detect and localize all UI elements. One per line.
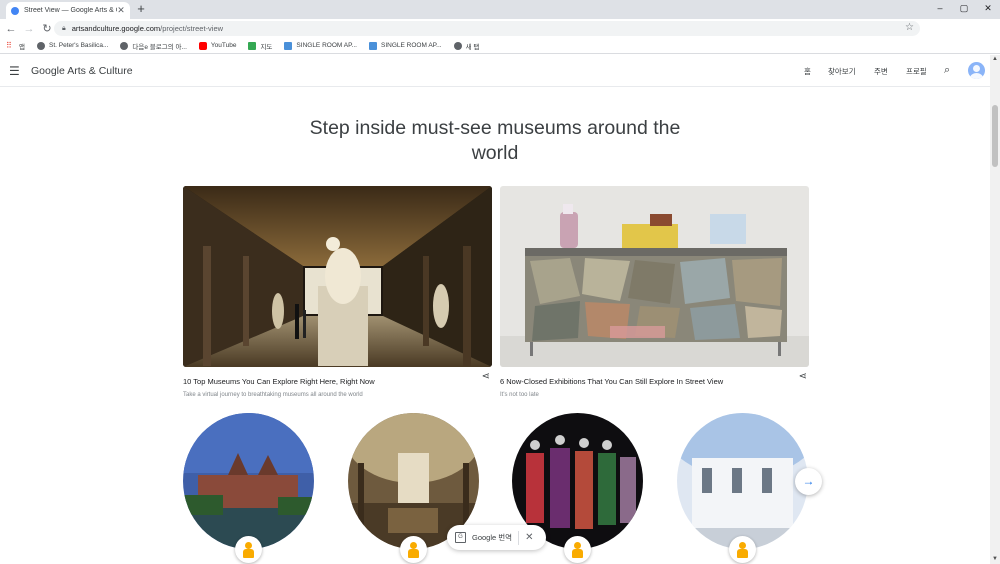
- google-translate-bar[interactable]: G Google 번역 ✕: [447, 525, 546, 550]
- search-icon[interactable]: ⌕: [944, 64, 950, 77]
- globe-icon: [453, 41, 462, 50]
- street-view-pegman-icon[interactable]: [400, 536, 427, 563]
- globe-icon: [120, 41, 129, 50]
- bookmark-new-tab[interactable]: 새 탭: [453, 41, 480, 51]
- next-arrow-button[interactable]: →: [795, 468, 822, 495]
- bookmarks-bar: ⠿ 앱 St. Peter's Basilica... 다음e 블로그의 아...…: [0, 38, 1000, 54]
- share-icon[interactable]: ⋖: [799, 371, 807, 382]
- translate-icon: G: [455, 532, 466, 543]
- bookmark-single-room-1[interactable]: SINGLE ROOM AP...: [284, 41, 357, 50]
- bookmark-label: 다음e 블로그의 아...: [132, 43, 187, 51]
- museum-circle-great-court[interactable]: [677, 413, 808, 549]
- site-header: ☰ Google Arts & Culture 홈 찾아보기 주변 프로필 ⌕: [0, 55, 990, 87]
- translate-label[interactable]: Google 번역: [472, 532, 512, 543]
- browser-tab[interactable]: Street View — Google Arts & Culture ✕: [6, 2, 130, 19]
- lock-icon: 🔒︎: [62, 24, 66, 32]
- story-card[interactable]: 6 Now-Closed Exhibitions That You Can St…: [500, 186, 809, 398]
- tab-title: Street View — Google Arts & Culture: [24, 7, 117, 14]
- bookmark-st-peters[interactable]: St. Peter's Basilica...: [36, 41, 109, 50]
- new-tab-button[interactable]: +: [135, 2, 147, 16]
- scrollbar-thumb[interactable]: [992, 105, 998, 167]
- page-icon: [369, 41, 377, 50]
- bookmark-single-room-2[interactable]: SINGLE ROOM AP...: [369, 41, 442, 50]
- hamburger-menu-icon[interactable]: ☰: [9, 65, 20, 77]
- divider: [518, 530, 520, 545]
- bookmark-star-icon[interactable]: ☆: [905, 22, 914, 33]
- browser-toolbar: ← → ↻ 🔒︎ artsandculture.google.com/proje…: [0, 19, 1000, 53]
- close-icon[interactable]: ✕: [525, 532, 533, 543]
- card-title[interactable]: 10 Top Museums You Can Explore Right Her…: [183, 377, 375, 386]
- logo-product: Arts & Culture: [67, 65, 133, 77]
- bookmark-label: 새 탭: [465, 43, 480, 51]
- back-arrow-icon[interactable]: ←: [2, 23, 20, 35]
- street-view-pegman-icon[interactable]: [729, 536, 756, 563]
- maps-icon: [248, 41, 257, 50]
- window-close-button[interactable]: ✕: [975, 0, 1000, 18]
- apps-grid-icon: ⠿: [6, 40, 12, 50]
- nav-explore[interactable]: 찾아보기: [828, 66, 856, 77]
- globe-icon: [36, 41, 45, 50]
- nav-home[interactable]: 홈: [804, 66, 811, 77]
- bookmark-maps[interactable]: 지도: [248, 41, 272, 51]
- story-card[interactable]: 10 Top Museums You Can Explore Right Her…: [183, 186, 492, 398]
- bookmark-daum-blog[interactable]: 다음e 블로그의 아...: [120, 41, 187, 51]
- bookmark-youtube[interactable]: YouTube: [198, 41, 237, 50]
- street-view-pegman-icon[interactable]: [235, 536, 262, 563]
- url-path: /project/street-view: [160, 24, 224, 33]
- minimize-button[interactable]: –: [927, 0, 953, 18]
- restore-button[interactable]: ▢: [951, 0, 977, 18]
- page-headline: Step inside must-see museums around the …: [309, 117, 681, 164]
- url-host: artsandculture.google.com: [71, 24, 161, 33]
- share-icon[interactable]: ⋖: [482, 371, 490, 382]
- arts-culture-favicon-icon: [11, 6, 19, 15]
- scroll-down-arrow-icon[interactable]: ▼: [990, 556, 1000, 562]
- scroll-up-arrow-icon[interactable]: ▲: [990, 56, 1000, 62]
- site-logo[interactable]: Google Arts & Culture: [31, 65, 133, 77]
- page-icon: [284, 41, 293, 50]
- bookmark-apps[interactable]: ⠿ 앱: [6, 41, 25, 51]
- youtube-icon: [198, 41, 207, 50]
- exhibition-sculpture-image[interactable]: [500, 186, 809, 367]
- bookmark-label: 앱: [19, 43, 25, 51]
- bookmark-label: SINGLE ROOM AP...: [381, 42, 442, 49]
- bookmark-label: St. Peter's Basilica...: [48, 42, 109, 49]
- tab-close-icon[interactable]: ✕: [117, 5, 125, 16]
- user-avatar[interactable]: [968, 62, 985, 79]
- bookmark-label: 지도: [260, 43, 273, 51]
- card-title[interactable]: 6 Now-Closed Exhibitions That You Can St…: [500, 377, 723, 386]
- tab-strip: Street View — Google Arts & Culture ✕ + …: [0, 0, 1000, 19]
- card-subtitle: Take a virtual journey to breathtaking m…: [183, 392, 363, 398]
- museum-circle-rijksmuseum[interactable]: [183, 413, 314, 549]
- uffizi-gallery-image[interactable]: [183, 186, 492, 367]
- logo-brand: Google: [31, 65, 65, 77]
- bookmark-label: YouTube: [210, 42, 237, 49]
- bookmark-label: SINGLE ROOM AP...: [296, 42, 357, 49]
- nav-profile[interactable]: 프로필: [906, 66, 927, 77]
- card-subtitle: It's not too late: [500, 392, 539, 398]
- forward-arrow-icon[interactable]: →: [20, 23, 38, 35]
- nav-nearby[interactable]: 주변: [874, 66, 888, 77]
- address-bar[interactable]: 🔒︎ artsandculture.google.com/project/str…: [54, 21, 920, 36]
- street-view-pegman-icon[interactable]: [564, 536, 591, 563]
